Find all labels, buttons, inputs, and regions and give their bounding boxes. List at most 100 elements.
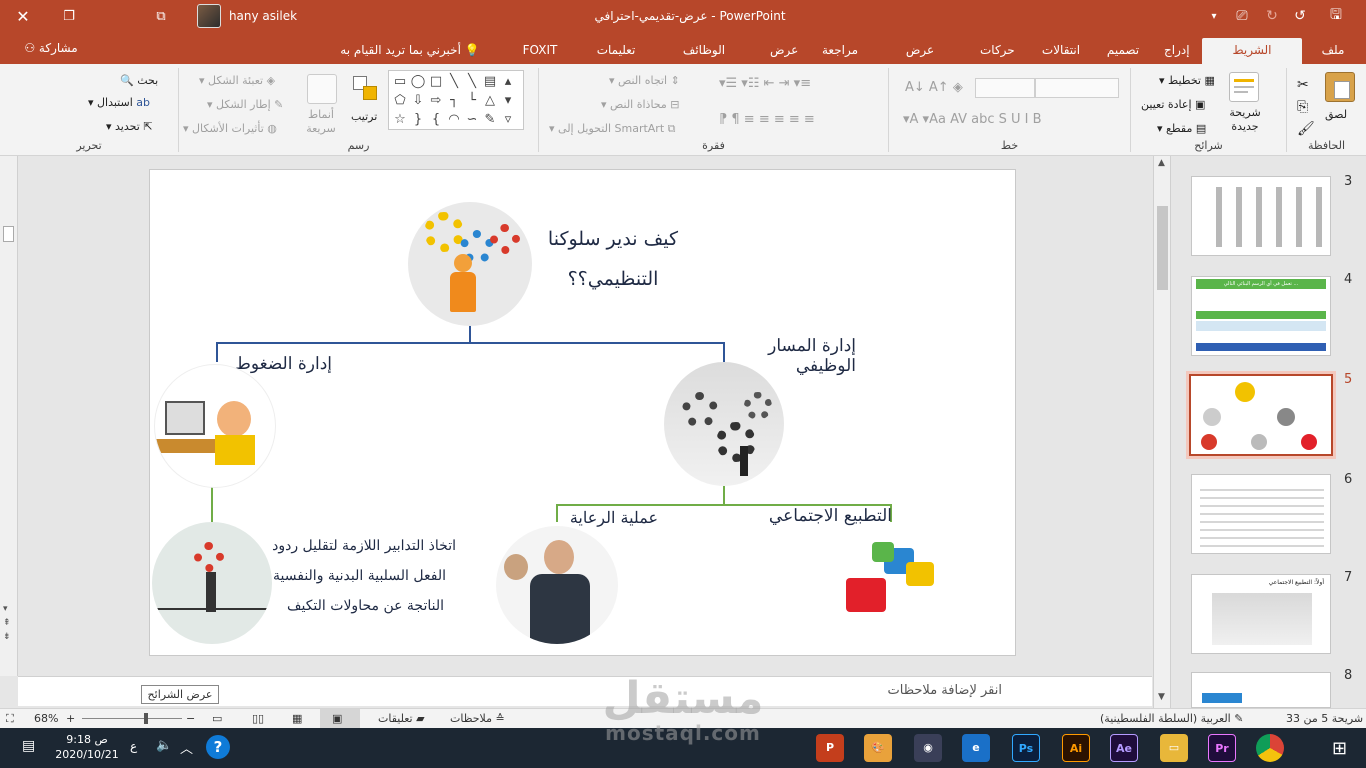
shape-fill-button[interactable]: ▾ تعبئة الشكل ◈ [199,74,275,87]
shape-brace-icon[interactable]: } [409,110,427,129]
shapes-gallery[interactable]: ▭ ◯ □ ╲ ╲ ▤ ▴ ⬠ ⇩ ⇨ ┐ └ △ ▾ ☆}{◠ ∽ ✎ ▿ [388,70,524,130]
edge-taskbar-icon[interactable]: e [962,734,990,762]
slideshow-view-icon[interactable]: ▭ [212,712,222,725]
windows-start-icon[interactable]: ⊞ [1332,738,1347,759]
shape-more-icon[interactable]: ▴ [499,72,517,91]
shape-line2-icon[interactable]: ╲ [463,72,481,91]
shape-square-icon[interactable]: □ [427,72,445,91]
notification-icon[interactable]: ▤ [22,738,35,754]
shape-oval-icon[interactable]: ◯ [409,72,427,91]
redo-icon[interactable]: ↻ [1262,0,1282,32]
shape-curve-icon[interactable]: ∽ [463,110,481,129]
new-slide-label[interactable]: شريحة جديدة [1223,106,1267,134]
reset-button[interactable]: إعادة تعيين ▣ [1141,98,1205,111]
shape-arrow-right-icon[interactable]: ⇨ [427,91,445,110]
new-slide-icon[interactable] [1229,72,1259,102]
user-name[interactable]: hany asilek [228,0,298,32]
comments-button[interactable]: تعليقات ▰ [378,712,425,725]
language-indicator[interactable]: العربية (السلطة الفلسطينية) ✎ [1100,712,1243,725]
help-icon[interactable]: ? [206,735,230,759]
shape-line-icon[interactable]: ╲ [445,72,463,91]
shape-outline-button[interactable]: ▾ إطار الشكل ✎ [207,98,283,111]
shape-arrow-down-icon[interactable]: ⇩ [409,91,427,110]
font-name-combo[interactable] [1035,78,1119,98]
reading-view-icon[interactable]: ▯▯ [252,712,264,725]
shape-expand-icon[interactable]: ▿ [499,110,517,129]
editor-left-scrollbar[interactable]: ▾ ⇞ ⇟ [0,156,18,676]
eye-app-taskbar-icon[interactable]: ◉ [914,734,942,762]
tab-view[interactable]: عرض [760,38,804,64]
text-direction-button[interactable]: ▾ اتجاه النص ⇕ [609,74,680,87]
paint-taskbar-icon[interactable]: 🎨 [864,734,892,762]
tray-expand-icon[interactable]: ︿ [180,738,193,757]
tab-foxit[interactable]: FOXIT PDF [502,38,578,81]
scroll-thumb[interactable] [1157,206,1168,290]
shape-pentagon-icon[interactable]: ⬠ [391,91,409,110]
input-language[interactable]: ع [130,739,137,753]
editor-vertical-scrollbar[interactable]: ▲ ▼ [1153,156,1171,708]
avatar[interactable] [196,0,222,32]
chrome-taskbar-icon[interactable] [1256,734,1284,762]
notes-placeholder[interactable]: انقر لإضافة ملاحظات [888,683,1002,698]
slide-thumbnail-7[interactable]: أولاً: التطبيع الاجتماعي [1191,574,1331,654]
premiere-taskbar-icon[interactable]: Pr [1208,734,1236,762]
tab-addins[interactable]: الوظائف الإضافية [654,38,754,81]
replace-button[interactable]: ▾ استبدال ab [88,96,150,109]
tell-me-box[interactable]: أخبرني بما تريد القيام به 💡 [330,38,490,64]
tab-review[interactable]: مراجعة [810,38,870,64]
slide-thumbnail-6[interactable] [1191,474,1331,554]
volume-icon[interactable]: 🔈 [156,738,172,753]
shape-textbox-icon[interactable]: ▤ [481,72,499,91]
shape-elbow-icon[interactable]: ┐ [445,91,463,110]
after-effects-taskbar-icon[interactable]: Ae [1110,734,1138,762]
photoshop-taskbar-icon[interactable]: Ps [1012,734,1040,762]
font-format-icons[interactable]: ▾A ▾Aa AV abc S U I B [903,112,1042,127]
zoom-out-icon[interactable]: − [186,712,195,725]
shape-scroll-icon[interactable]: ▾ [499,91,517,110]
shape-rect-icon[interactable]: ▭ [391,72,409,91]
file-explorer-taskbar-icon[interactable]: ▭ [1160,734,1188,762]
fit-slide-icon[interactable]: ⛶ [6,712,14,726]
minimize-icon[interactable]: ⧉ [146,0,176,32]
select-button[interactable]: ▾ تحديد ⇱ [106,120,153,133]
tab-slideshow[interactable]: عرض الشرائح [876,38,964,81]
tab-insert[interactable]: إدراج [1154,38,1198,64]
zoom-slider[interactable] [82,718,182,719]
smartart-button[interactable]: ▾ التحويل إلى SmartArt ⧉ [549,122,676,136]
start-from-beginning-icon[interactable]: ⎚ [1232,0,1252,32]
zoom-level[interactable]: 68% [34,712,58,725]
slide-canvas[interactable]: كيف ندير سلوكنا التنظيمي؟؟ إدارة المسار … [149,169,1016,656]
shape-triangle-icon[interactable]: △ [481,91,499,110]
list-icons[interactable]: ▾☰ ▾☷ ⇤ ⇥ ▾≡ [719,76,811,91]
tab-file[interactable]: ملف [1310,38,1356,64]
clipboard-small-icons[interactable]: ✂ ⎘ 🖌 [1297,74,1315,140]
zoom-in-icon[interactable]: + [66,712,75,725]
slide-thumbnail-3[interactable] [1191,176,1331,256]
align-text-button[interactable]: ▾ محاذاة النص ⊟ [601,98,680,111]
find-button[interactable]: 🔍 بحث [120,74,158,87]
slide-thumbnail-4[interactable]: تعمل في أي الرسم البنائي التالي ... [1191,276,1331,356]
shape-arc-icon[interactable]: ◠ [445,110,463,129]
tab-design[interactable]: تصميم [1096,38,1150,64]
slide-thumbnail-8[interactable] [1191,672,1331,708]
illustrator-taskbar-icon[interactable]: Ai [1062,734,1090,762]
close-icon[interactable]: ✕ [8,0,38,32]
scroll-thumb[interactable] [3,226,14,242]
tab-help[interactable]: تعليمات [586,38,646,64]
restore-icon[interactable]: ❐ [54,0,84,32]
layout-button[interactable]: ▾ تخطيط ▦ [1159,74,1215,87]
tab-transitions[interactable]: انتقالات [1030,38,1092,64]
tab-animations[interactable]: حركات [970,38,1024,64]
scroll-up-icon[interactable]: ▲ [1158,158,1165,168]
shape-star-icon[interactable]: ☆ [391,110,409,129]
paste-label[interactable]: لصق [1325,108,1347,121]
normal-view-button[interactable]: ▣ [320,709,360,728]
shape-brace2-icon[interactable]: { [427,110,445,129]
align-icons[interactable]: ⁋ ¶ ≡ ≡ ≡ ≡ ≡ [719,112,815,127]
shape-elbow2-icon[interactable]: └ [463,91,481,110]
tab-home[interactable]: الشريط الرئيسي [1202,38,1302,81]
font-size-icons[interactable]: A↓ A↑ ◈ [905,80,963,95]
clock[interactable]: 9:18 ص 2020/10/21 [52,732,122,762]
scroll-arrows-icon[interactable]: ▾ ⇞ ⇟ [3,602,11,644]
shape-effects-button[interactable]: ▾ تأثيرات الأشكال ◍ [183,122,277,135]
